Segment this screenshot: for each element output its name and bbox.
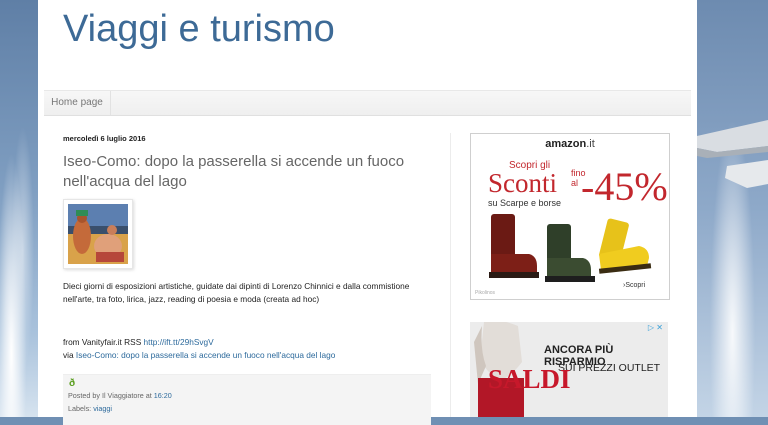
post-date: mercoledì 6 luglio 2016 [63,134,146,143]
ad2-subhead: SUI PREZZI OUTLET [558,362,661,374]
post-time-link[interactable]: 16:20 [154,391,172,400]
boots-image [489,214,652,282]
post-title[interactable]: Iseo-Como: dopo la passerella si accende… [63,152,433,192]
posted-by: Posted by Il Viaggiatore at 16:20 [68,391,172,400]
tab-home-page[interactable]: Home page [44,91,111,115]
adchoices-icon[interactable]: ▷ ✕ [648,323,663,332]
label-link[interactable]: viaggi [93,404,112,413]
airplane-wing-image [697,120,768,188]
amazon-brand-tld: .it [586,138,595,150]
amazon-brand-text: amazon [545,138,587,150]
source-prefix: from Vanityfair.it RSS [63,337,142,347]
ad-tiny-brand: Pikolinos [475,290,496,296]
ad-subline: su Scarpe e borse [488,198,562,208]
posted-by-prefix: Posted by [68,391,100,400]
background-sky-right [697,0,768,417]
painting-image [68,204,128,264]
blog-page: Viaggi e turismo Home page mercoledì 6 l… [38,0,697,425]
post-body: Dieci giorni di esposizioni artistiche, … [63,281,410,304]
nav-tabs: Home page [44,90,691,116]
sidebar-divider [450,133,451,417]
source-link[interactable]: http://ift.tt/29hSvgV [144,337,214,347]
ad-percent: -45% [581,164,668,209]
post-footer: ð Posted by Il Viaggiatore at 16:20 Labe… [63,374,431,425]
via-prefix: via [63,350,74,360]
via-link[interactable]: Iseo-Como: dopo la passerella si accende… [76,350,335,360]
post-labels: Labels: viaggi [68,404,112,413]
blog-title[interactable]: Viaggi e turismo [63,8,335,51]
post-source: from Vanityfair.it RSS http://ift.tt/29h… [63,336,433,362]
background-sky-left [0,0,38,417]
author-name[interactable]: Il Viaggiatore [102,391,144,400]
amazon-ad-banner[interactable]: amazon.it Scopri gli Sconti fino al -45%… [470,133,670,300]
outlet-ad-banner[interactable]: ▷ ✕ ANCORA PIÙ RISPARMIO SUI PREZZI OUTL… [470,322,668,417]
at-word: at [145,391,152,400]
labels-prefix: Labels: [68,404,92,413]
ad-sconti: Sconti [488,168,558,198]
share-icon[interactable]: ð [69,378,75,389]
post-thumbnail[interactable] [63,199,133,269]
ad-cta-button[interactable]: ›Scopri [623,282,645,289]
ad2-saldi: SALDI [488,364,571,394]
amazon-logo: amazon.it [471,138,669,150]
